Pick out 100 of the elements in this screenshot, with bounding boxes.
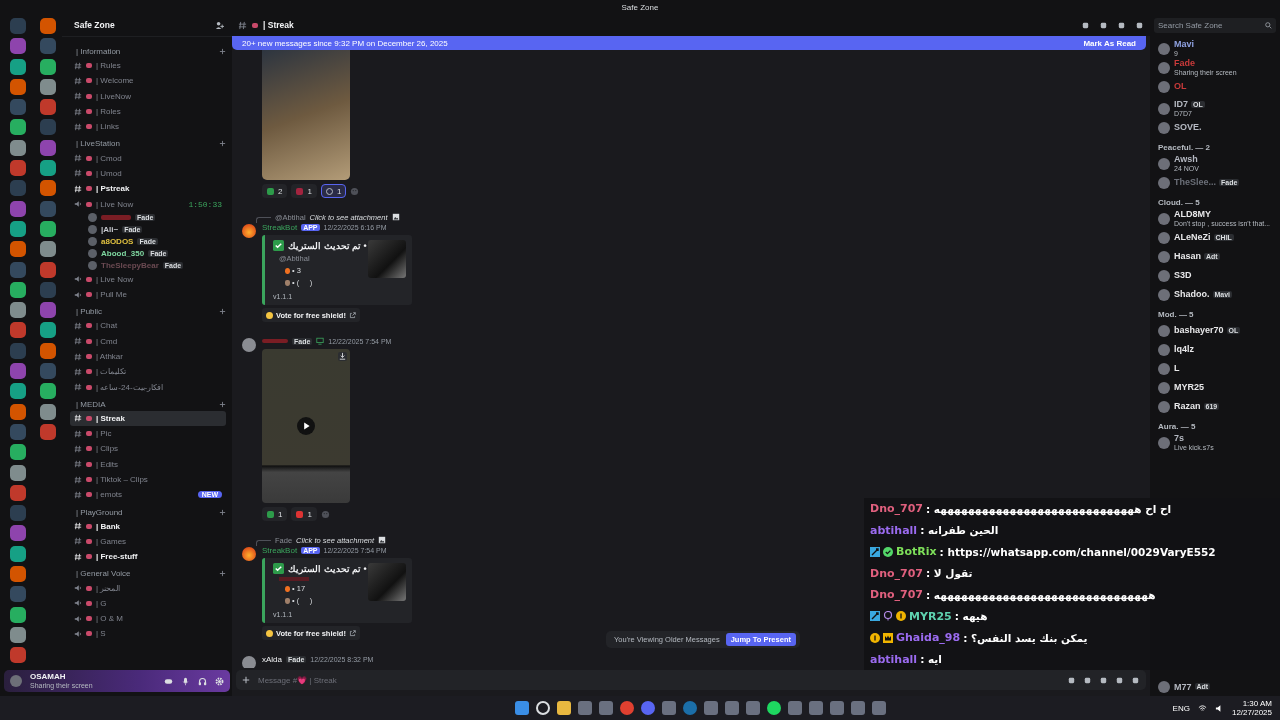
server-icon[interactable] xyxy=(10,220,26,237)
add-channel-icon[interactable] xyxy=(219,400,226,408)
server-icon[interactable] xyxy=(10,383,26,400)
category-header[interactable]: | Information xyxy=(70,47,121,56)
author-name[interactable]: xAlda xyxy=(262,654,282,664)
channel-item[interactable]: | تكليمات xyxy=(70,364,226,380)
channel-item[interactable]: | Roles xyxy=(70,103,226,120)
server-icon[interactable] xyxy=(10,160,26,177)
server-icon[interactable] xyxy=(10,525,26,542)
server-icon[interactable] xyxy=(40,78,56,95)
member-item[interactable]: S3D xyxy=(1156,266,1276,285)
channel-item[interactable]: | Chat xyxy=(70,318,226,334)
channel-item[interactable]: | Umod xyxy=(70,165,226,182)
channel-item[interactable]: | Cmd xyxy=(70,333,226,349)
channel-item[interactable]: | المحنر xyxy=(70,580,226,596)
add-channel-icon[interactable] xyxy=(219,508,226,516)
reaction-button[interactable]: 1 xyxy=(262,507,288,521)
server-icon[interactable] xyxy=(40,180,56,197)
language-indicator[interactable]: ENG xyxy=(1172,703,1190,713)
play-icon[interactable] xyxy=(297,417,315,435)
category-header[interactable]: | General Voice xyxy=(70,569,131,579)
reaction-button[interactable]: 2 xyxy=(262,184,288,198)
server-icon[interactable] xyxy=(40,403,56,420)
server-icon[interactable] xyxy=(40,139,56,156)
server-icon[interactable] xyxy=(10,626,26,643)
plus-icon[interactable] xyxy=(242,676,250,684)
channel-item[interactable]: | Clips xyxy=(70,441,226,457)
server-icon[interactable] xyxy=(10,566,26,582)
channel-item[interactable]: | G xyxy=(70,595,226,611)
category-header[interactable]: | MEDIA xyxy=(70,399,106,409)
server-icon[interactable] xyxy=(40,58,56,75)
author-name[interactable]: StreakBot xyxy=(262,222,298,232)
wifi-icon[interactable] xyxy=(1197,703,1207,713)
server-name[interactable]: Safe Zone xyxy=(74,20,115,30)
clock-time[interactable]: 1:30 AM xyxy=(1242,698,1272,708)
server-icon[interactable] xyxy=(10,281,26,298)
add-reaction-icon[interactable] xyxy=(350,186,360,196)
message-field[interactable]: Message #💗 | Streak xyxy=(236,670,1146,690)
channel-item[interactable]: | Pstreak xyxy=(70,181,226,197)
server-icon[interactable] xyxy=(10,322,26,339)
channel-item[interactable]: | S xyxy=(70,626,226,642)
reaction-button[interactable]: 1 xyxy=(320,184,347,198)
channel-item[interactable]: | Games xyxy=(70,533,226,550)
headphones-icon[interactable] xyxy=(198,676,207,686)
voice-user-name[interactable]: a8ODOS xyxy=(101,237,134,247)
server-icon[interactable] xyxy=(10,403,26,420)
photo-placeholder[interactable] xyxy=(262,50,350,180)
gamepad-icon[interactable] xyxy=(164,676,173,686)
server-icon[interactable] xyxy=(10,200,26,217)
server-icon[interactable] xyxy=(10,119,26,136)
server-icon[interactable] xyxy=(40,241,56,258)
channel-item[interactable]: | افكار-بيت-24-ساعه xyxy=(70,379,226,395)
channel-item[interactable]: | Pull Me xyxy=(70,286,226,303)
channel-item[interactable]: | Live Now xyxy=(70,271,226,287)
member-item[interactable]: OL xyxy=(1156,77,1276,96)
add-channel-icon[interactable] xyxy=(219,570,226,578)
category-header[interactable]: | Public xyxy=(70,307,103,317)
channel-item[interactable]: | Edits xyxy=(70,456,226,472)
category-header[interactable]: | PlayGround xyxy=(70,507,123,517)
server-icon[interactable] xyxy=(40,322,56,339)
member-item[interactable]: SOVE. xyxy=(1156,118,1276,137)
settings-icon[interactable] xyxy=(215,676,224,686)
voice-user-name[interactable]: |Ali~ xyxy=(101,225,119,235)
server-icon[interactable] xyxy=(10,241,26,258)
server-icon[interactable] xyxy=(10,545,26,562)
message-input[interactable]: Message #💗 | Streak xyxy=(258,675,1059,685)
channel-item[interactable]: | Bank xyxy=(70,518,226,534)
channel-item[interactable]: | Cmod xyxy=(70,150,226,166)
search-icon[interactable] xyxy=(535,701,550,715)
avatar[interactable] xyxy=(242,224,256,238)
server-icon[interactable] xyxy=(10,464,26,481)
reaction-button[interactable]: 1 xyxy=(291,184,317,198)
server-icon[interactable] xyxy=(10,302,26,319)
channel-item[interactable]: | Free-stuff xyxy=(70,549,226,565)
server-icon[interactable] xyxy=(10,38,26,55)
channel-item[interactable]: | Rules xyxy=(70,58,226,74)
member-item[interactable]: L xyxy=(1156,359,1276,378)
app-icon[interactable] xyxy=(766,701,781,715)
channel-item[interactable]: | LiveNow xyxy=(70,88,226,104)
server-icon[interactable] xyxy=(40,220,56,237)
server-icon[interactable] xyxy=(40,18,56,34)
mark-as-read-link[interactable]: Mark As Read xyxy=(1083,38,1136,48)
server-icon[interactable] xyxy=(10,647,26,664)
server-icon[interactable] xyxy=(10,78,26,95)
server-icon[interactable] xyxy=(10,139,26,156)
server-icon[interactable] xyxy=(10,363,26,380)
server-icon[interactable] xyxy=(40,302,56,319)
server-icon[interactable] xyxy=(10,444,26,461)
add-channel-icon[interactable] xyxy=(219,308,226,316)
download-icon[interactable] xyxy=(338,352,347,361)
server-icon[interactable] xyxy=(10,484,26,501)
channel-item[interactable]: | Tiktok – Clips xyxy=(70,471,226,488)
server-icon[interactable] xyxy=(40,261,56,278)
avatar[interactable] xyxy=(242,547,256,561)
microphone-icon[interactable] xyxy=(181,676,190,686)
channel-item[interactable]: | O & M xyxy=(70,611,226,627)
add-reaction-icon[interactable] xyxy=(320,509,330,519)
server-icon[interactable] xyxy=(10,58,26,75)
server-icon[interactable] xyxy=(40,383,56,400)
reaction-button[interactable]: 1 xyxy=(291,507,317,521)
